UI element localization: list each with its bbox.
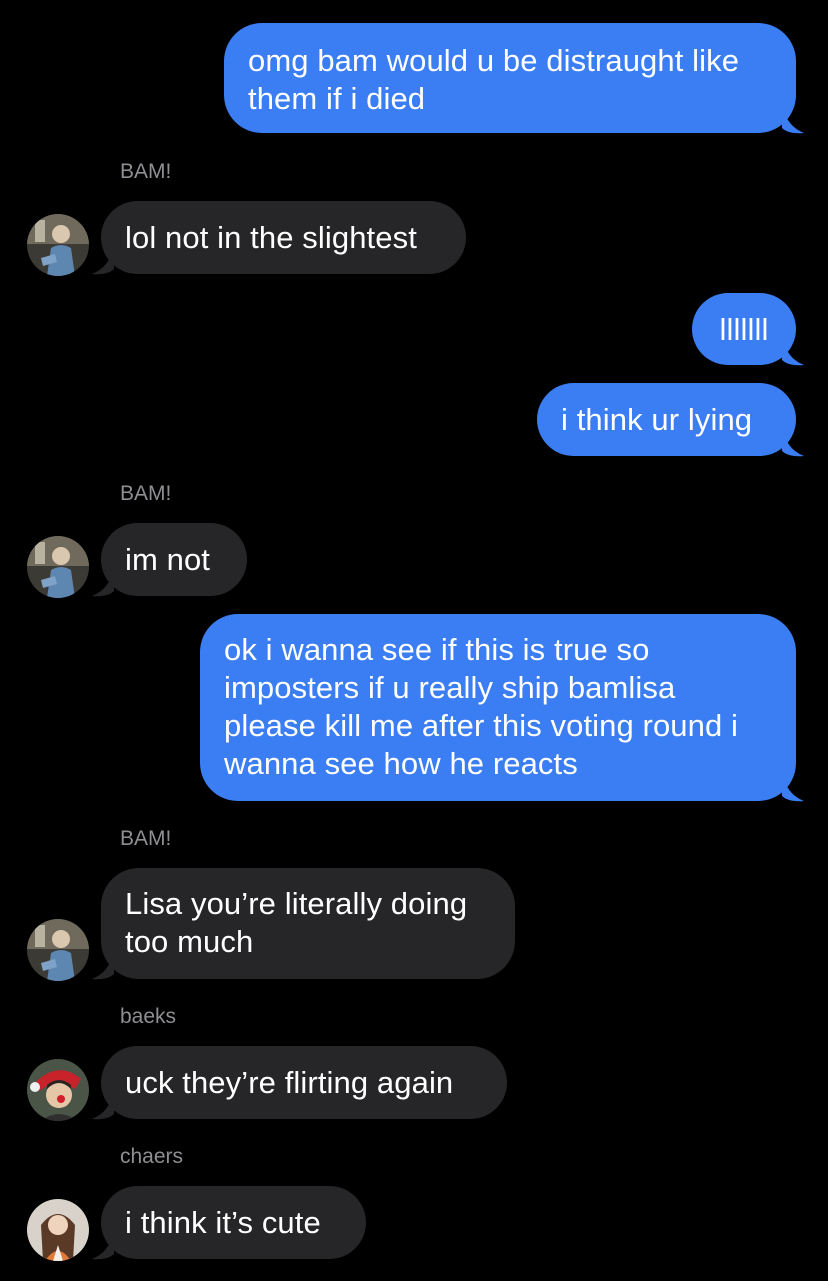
message-text: lllllll bbox=[719, 312, 769, 347]
outgoing-message[interactable]: omg bam would u be distraught like them … bbox=[224, 23, 796, 133]
bubble-tail bbox=[782, 106, 804, 134]
avatar-bam-icon[interactable] bbox=[27, 536, 89, 598]
avatar-bam-icon[interactable] bbox=[27, 919, 89, 981]
sender-name: chaers bbox=[120, 1145, 184, 1168]
outgoing-message[interactable]: lllllll bbox=[692, 293, 796, 365]
outgoing-message[interactable]: ok i wanna see if this is true so impost… bbox=[200, 614, 796, 801]
message-text: i think it’s cute bbox=[125, 1205, 321, 1240]
outgoing-message[interactable]: i think ur lying bbox=[537, 383, 796, 456]
incoming-message[interactable]: im not bbox=[101, 523, 247, 596]
incoming-message[interactable]: Lisa you’re literally doing too much bbox=[101, 868, 515, 979]
bubble-tail bbox=[782, 429, 804, 457]
message-text: i think ur lying bbox=[561, 402, 753, 437]
bubble-tail bbox=[782, 338, 804, 366]
incoming-message[interactable]: i think it’s cute bbox=[101, 1186, 366, 1259]
message-text: Lisa you’re literally doing too much bbox=[125, 886, 468, 959]
avatar-chaers-icon[interactable] bbox=[27, 1199, 89, 1261]
message-text: lol not in the slightest bbox=[125, 220, 417, 255]
avatar-bam-icon[interactable] bbox=[27, 214, 89, 276]
sender-name: baeks bbox=[120, 1005, 177, 1028]
message-text: uck they’re flirting again bbox=[125, 1065, 454, 1100]
sender-name: BAM! bbox=[120, 827, 172, 850]
incoming-message[interactable]: uck they’re flirting again bbox=[101, 1046, 507, 1119]
message-text: ok i wanna see if this is true so impost… bbox=[224, 632, 739, 781]
message-text: omg bam would u be distraught like them … bbox=[248, 43, 740, 116]
sender-name: BAM! bbox=[120, 482, 172, 505]
bubble-tail bbox=[782, 774, 804, 802]
incoming-message[interactable]: lol not in the slightest bbox=[101, 201, 466, 274]
message-text: im not bbox=[125, 542, 211, 577]
avatar-baeks-icon[interactable] bbox=[27, 1059, 89, 1121]
sender-name: BAM! bbox=[120, 160, 172, 183]
